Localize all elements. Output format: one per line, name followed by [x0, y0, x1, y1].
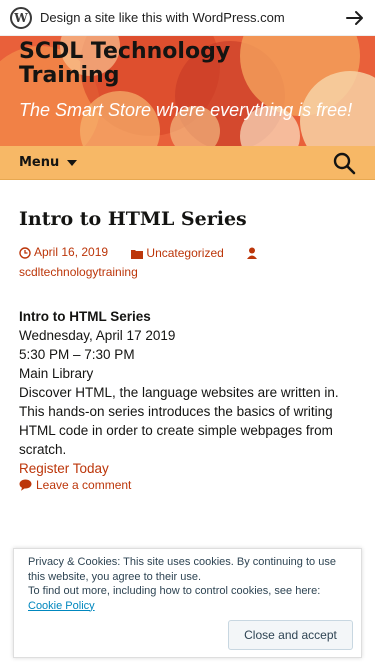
post-title[interactable]: Intro to HTML Series: [19, 208, 356, 230]
cookie-text-1: Privacy & Cookies: This site uses cookie…: [28, 556, 336, 583]
cookie-banner: Privacy & Cookies: This site uses cookie…: [13, 548, 362, 658]
event-date: Wednesday, April 17 2019: [19, 327, 176, 343]
close-and-accept-button[interactable]: Close and accept: [228, 620, 353, 650]
post-category-text: Uncategorized: [146, 246, 224, 260]
post-date[interactable]: April 16, 2019: [19, 244, 108, 261]
event-location: Main Library: [19, 365, 94, 381]
folder-icon: [131, 249, 144, 259]
main-content: Intro to HTML Series April 16, 2019 Unca…: [0, 180, 375, 492]
post-date-text: April 16, 2019: [34, 245, 109, 259]
leave-comment-link[interactable]: Leave a comment: [19, 478, 356, 492]
comment-icon: [19, 479, 32, 491]
arrow-right-icon[interactable]: [345, 8, 365, 28]
site-header: SCDL Technology Training The Smart Store…: [0, 36, 375, 146]
menu-label: Menu: [19, 155, 60, 170]
register-link[interactable]: Register Today: [19, 461, 109, 476]
author-icon: [247, 247, 260, 259]
cookie-policy-link[interactable]: Cookie Policy: [28, 600, 95, 612]
navigation-bar: Menu: [0, 146, 375, 180]
post-meta: April 16, 2019 Uncategorized scdltechnol…: [19, 244, 356, 281]
wordpress-logo-icon: W: [10, 6, 32, 29]
site-description: The Smart Store where everything is free…: [19, 100, 353, 120]
wordpress-promo-text[interactable]: Design a site like this with WordPress.c…: [40, 10, 345, 25]
post-body: Intro to HTML Series Wednesday, April 17…: [19, 307, 356, 478]
leave-comment-text: Leave a comment: [36, 477, 132, 492]
post-category[interactable]: Uncategorized: [131, 245, 224, 262]
event-title: Intro to HTML Series: [19, 308, 151, 324]
search-icon[interactable]: [332, 151, 356, 175]
cookie-text-2: To find out more, including how to contr…: [28, 585, 321, 597]
clock-icon: [19, 246, 31, 259]
caret-down-icon: [67, 159, 78, 166]
event-description: Discover HTML, the language websites are…: [19, 384, 339, 457]
event-time: 5:30 PM – 7:30 PM: [19, 346, 135, 362]
post-author[interactable]: scdltechnologytraining: [19, 264, 356, 281]
wordpress-promo-bar[interactable]: W Design a site like this with WordPress…: [0, 0, 375, 36]
site-title[interactable]: SCDL Technology Training: [19, 40, 319, 88]
menu-toggle-button[interactable]: Menu: [19, 155, 78, 170]
